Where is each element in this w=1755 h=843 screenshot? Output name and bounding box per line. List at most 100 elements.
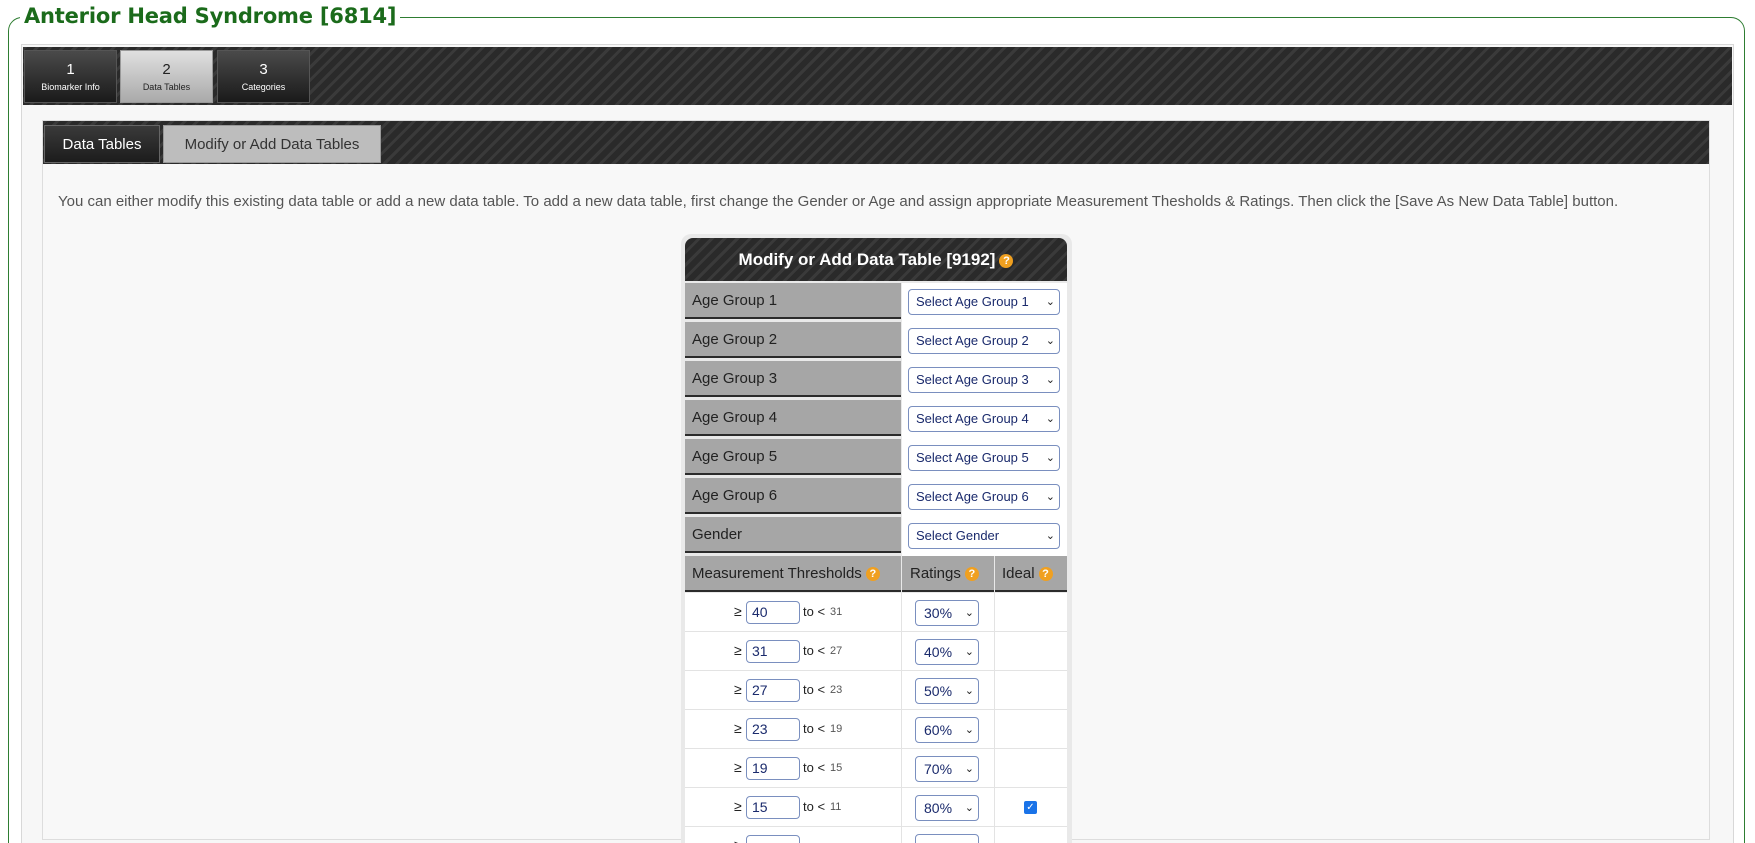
column-divider — [994, 827, 995, 843]
column-divider — [901, 671, 902, 710]
intro-text: You can either modify this existing data… — [58, 193, 1619, 210]
to-label: to < — [803, 760, 826, 775]
tab-bar: Data Tables Modify or Add Data Tables — [43, 121, 1709, 164]
to-label: to < — [803, 604, 826, 619]
age-group-2-label: Age Group 2 — [685, 322, 901, 358]
chevron-down-icon: ⌄ — [1045, 452, 1055, 464]
age-group-1-cell: Select Age Group 1 ⌄ — [902, 283, 1067, 322]
chevron-down-icon: ⌄ — [964, 802, 974, 814]
threshold-to-value: 19 — [830, 723, 843, 735]
rating-value: 30% — [924, 605, 953, 621]
help-icon[interactable]: ? — [1038, 567, 1053, 582]
threshold-to-value: 23 — [830, 684, 843, 696]
age-group-6-cell: Select Age Group 6 ⌄ — [902, 478, 1067, 517]
chevron-down-icon: ⌄ — [1045, 413, 1055, 425]
threshold-from-input[interactable]: 31 — [746, 640, 800, 663]
age-group-1-label: Age Group 1 — [685, 283, 901, 319]
column-divider — [901, 749, 902, 788]
age-group-3-label: Age Group 3 — [685, 361, 901, 397]
step-number: 2 — [162, 61, 171, 78]
greater-equal-symbol: ≥ — [734, 798, 742, 814]
select-value: Select Age Group 5 — [916, 450, 1029, 465]
column-divider — [994, 749, 995, 788]
age-group-4-label: Age Group 4 — [685, 400, 901, 436]
rating-select[interactable]: 60% ⌄ — [915, 717, 979, 743]
step-categories[interactable]: 3 Categories — [217, 50, 310, 103]
select-value: Select Age Group 2 — [916, 333, 1029, 348]
rating-value: 80% — [924, 800, 953, 816]
age-group-5-select[interactable]: Select Age Group 5 ⌄ — [908, 445, 1060, 471]
column-divider — [901, 827, 902, 843]
threshold-from-input[interactable] — [746, 835, 800, 843]
rating-select[interactable]: 80% ⌄ — [915, 795, 979, 821]
chevron-down-icon: ⌄ — [964, 763, 974, 775]
rating-select[interactable]: 40% ⌄ — [915, 639, 979, 665]
greater-equal-symbol: ≥ — [734, 603, 742, 619]
threshold-to-value: 11 — [830, 801, 842, 813]
form-title: Modify or Add Data Table [9192]? — [685, 238, 1067, 281]
age-group-1-select[interactable]: Select Age Group 1 ⌄ — [908, 289, 1060, 315]
rating-select[interactable]: 70% ⌄ — [915, 756, 979, 782]
age-group-6-label: Age Group 6 — [685, 478, 901, 514]
ideal-checkbox[interactable]: ✓ — [1024, 801, 1037, 814]
ideal-header: Ideal? — [995, 556, 1067, 592]
threshold-row: ≥15 to < 11 80% ⌄ ✓ — [685, 788, 1067, 827]
column-divider — [994, 788, 995, 827]
step-label: Data Tables — [142, 82, 191, 92]
chevron-down-icon: ⌄ — [1045, 335, 1055, 347]
threshold-to-value: 31 — [830, 606, 843, 618]
age-group-6-select[interactable]: Select Age Group 6 ⌄ — [908, 484, 1060, 510]
step-data-tables[interactable]: 2 Data Tables — [120, 50, 213, 103]
chevron-down-icon: ⌄ — [964, 685, 974, 697]
age-group-4-select[interactable]: Select Age Group 4 ⌄ — [908, 406, 1060, 432]
chevron-down-icon: ⌄ — [964, 646, 974, 658]
age-group-5-label: Age Group 5 — [685, 439, 901, 475]
ratings-header: Ratings? — [902, 556, 994, 592]
tab-modify-or-add[interactable]: Modify or Add Data Tables — [163, 125, 381, 163]
column-divider — [994, 632, 995, 671]
select-value: Select Age Group 1 — [916, 294, 1029, 309]
threshold-from-input[interactable]: 40 — [746, 601, 800, 624]
chevron-down-icon: ⌄ — [1045, 530, 1055, 542]
column-divider — [994, 593, 995, 632]
threshold-from-input[interactable]: 23 — [746, 718, 800, 741]
to-label: to < — [803, 799, 826, 814]
rating-select[interactable]: 30% ⌄ — [915, 600, 979, 626]
threshold-row: ≥19 to < 15 70% ⌄ — [685, 749, 1067, 788]
help-icon[interactable]: ? — [865, 567, 880, 582]
gender-cell: Select Gender ⌄ — [902, 517, 1067, 556]
rating-value: 70% — [924, 761, 953, 777]
rating-select[interactable]: ⌄ — [915, 834, 979, 843]
age-group-3-select[interactable]: Select Age Group 3 ⌄ — [908, 367, 1060, 393]
rating-value: 50% — [924, 683, 953, 699]
threshold-row: ≥⌄ — [685, 827, 1067, 843]
thresholds-header-label: Measurement Thresholds — [692, 565, 862, 582]
threshold-to-value: 15 — [830, 762, 843, 774]
chevron-down-icon: ⌄ — [1045, 296, 1055, 308]
page-title: Anterior Head Syndrome [6814] — [20, 4, 401, 28]
age-group-5-cell: Select Age Group 5 ⌄ — [902, 439, 1067, 478]
to-label: to < — [803, 721, 826, 736]
threshold-from-input[interactable]: 19 — [746, 757, 800, 780]
column-divider — [901, 593, 902, 632]
column-divider — [994, 671, 995, 710]
rating-value: 40% — [924, 644, 953, 660]
age-group-4-cell: Select Age Group 4 ⌄ — [902, 400, 1067, 439]
step-label: Categories — [241, 82, 286, 92]
threshold-row: ≥23 to < 19 60% ⌄ — [685, 710, 1067, 749]
help-icon[interactable]: ? — [964, 567, 979, 582]
threshold-from-input[interactable]: 15 — [746, 796, 800, 819]
column-divider — [901, 710, 902, 749]
tab-data-tables[interactable]: Data Tables — [44, 125, 160, 163]
threshold-from-input[interactable]: 27 — [746, 679, 800, 702]
help-icon[interactable]: ? — [999, 253, 1014, 268]
greater-equal-symbol: ≥ — [734, 759, 742, 775]
step-biomarker-info[interactable]: 1 Biomarker Info — [24, 50, 117, 103]
step-label: Biomarker Info — [41, 82, 100, 92]
greater-equal-symbol: ≥ — [734, 642, 742, 658]
rating-select[interactable]: 50% ⌄ — [915, 678, 979, 704]
ratings-header-label: Ratings — [910, 565, 961, 582]
age-group-2-select[interactable]: Select Age Group 2 ⌄ — [908, 328, 1060, 354]
rating-value: 60% — [924, 722, 953, 738]
gender-select[interactable]: Select Gender ⌄ — [908, 523, 1060, 549]
